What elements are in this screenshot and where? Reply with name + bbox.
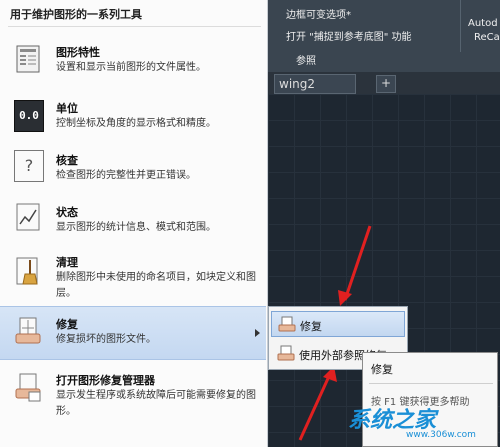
recover-small-icon [278,316,296,332]
tooltip-divider [369,383,493,384]
submenu-item-label: 修复 [300,320,322,333]
watermark-url: www.306w.com [406,430,476,440]
red-arrow-1 [343,225,372,301]
watermark: 系统之家 www.306w.com [348,402,498,446]
recover-xref-icon [277,345,295,361]
red-arrow-1-head [338,290,352,306]
tooltip-title: 修复 [371,363,393,376]
submenu-item-recover[interactable]: 修复 [271,311,405,337]
red-arrow-2 [298,373,332,441]
